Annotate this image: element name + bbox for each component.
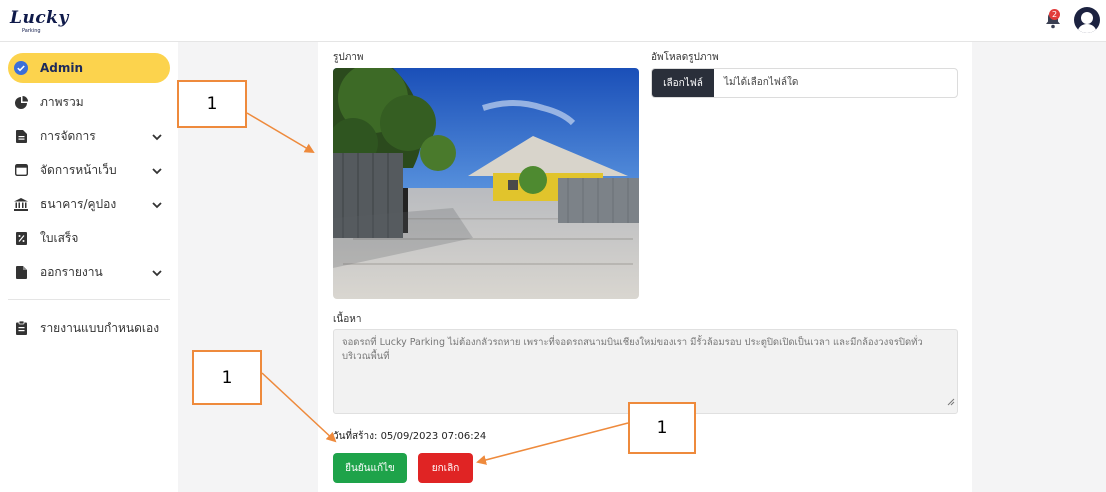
file-upload-field[interactable]: เลือกไฟล์ ไม่ได้เลือกไฟล์ใด	[651, 68, 958, 98]
logo-text: Lucky	[10, 8, 69, 28]
confirm-edit-button[interactable]: ยืนยันแก้ไข	[333, 453, 407, 483]
sidebar-item-label: ใบเสร็จ	[40, 230, 79, 245]
sidebar-item-admin[interactable]: Admin	[8, 53, 170, 83]
window-icon	[14, 163, 28, 177]
top-bar: Lucky Parking 2	[0, 0, 1106, 42]
pie-chart-icon	[14, 95, 28, 109]
sidebar: Admin ภาพรวม การจัดการ จัดการหน้าเว็บ ธน…	[0, 42, 178, 492]
choose-file-button[interactable]: เลือกไฟล์	[652, 69, 714, 97]
user-avatar-icon[interactable]	[1074, 7, 1100, 33]
chevron-down-icon	[152, 130, 162, 144]
sidebar-divider	[8, 299, 170, 300]
sidebar-item-overview[interactable]: ภาพรวม	[8, 87, 170, 117]
parking-lot-photo	[333, 68, 639, 299]
sidebar-item-label: ภาพรวม	[40, 94, 84, 109]
file-icon	[14, 129, 28, 143]
sidebar-item-label: การจัดการ	[40, 128, 96, 143]
logo-subtext: Parking	[22, 28, 41, 34]
sidebar-item-management[interactable]: การจัดการ	[8, 121, 170, 151]
sidebar-item-custom-report[interactable]: รายงานแบบกำหนดเอง	[8, 313, 170, 343]
image-label: รูปภาพ	[333, 52, 364, 63]
sidebar-item-web-management[interactable]: จัดการหน้าเว็บ	[8, 155, 170, 185]
report-icon	[14, 265, 28, 279]
cancel-button[interactable]: ยกเลิก	[418, 453, 473, 483]
sidebar-item-label: รายงานแบบกำหนดเอง	[40, 320, 160, 335]
chevron-down-icon	[152, 266, 162, 280]
sidebar-item-label: Admin	[40, 61, 84, 75]
chevron-down-icon	[152, 164, 162, 178]
annotation-label: 1	[628, 402, 696, 454]
content-text: จอดรถที่ Lucky Parking ไม่ต้องกลัวรถหาย …	[342, 337, 923, 362]
annotation-label: 1	[177, 80, 247, 128]
upload-image-label: อัพโหลดรูปภาพ	[651, 52, 719, 63]
lucky-parking-logo[interactable]: Lucky Parking	[8, 7, 68, 35]
sidebar-item-receipt[interactable]: ใบเสร็จ	[8, 223, 170, 253]
sidebar-item-report[interactable]: ออกรายงาน	[8, 257, 170, 287]
no-file-chosen-text: ไม่ได้เลือกไฟล์ใด	[724, 77, 799, 88]
sidebar-item-label: จัดการหน้าเว็บ	[40, 162, 117, 177]
chevron-down-icon	[152, 198, 162, 212]
content-label: เนื้อหา	[333, 314, 362, 325]
receipt-icon	[14, 231, 28, 245]
sidebar-item-label: ออกรายงาน	[40, 264, 103, 279]
sidebar-item-label: ธนาคาร/คูปอง	[40, 196, 117, 211]
bank-icon	[14, 197, 28, 211]
resize-handle-icon[interactable]	[947, 397, 955, 411]
sidebar-item-bank-coupon[interactable]: ธนาคาร/คูปอง	[8, 189, 170, 219]
created-date-text: วันที่สร้าง: 05/09/2023 07:06:24	[333, 431, 487, 442]
annotation-label: 1	[192, 350, 262, 405]
notification-badge: 2	[1049, 9, 1060, 20]
clipboard-icon	[14, 321, 28, 335]
right-background	[972, 42, 1106, 492]
check-circle-icon	[14, 61, 28, 75]
